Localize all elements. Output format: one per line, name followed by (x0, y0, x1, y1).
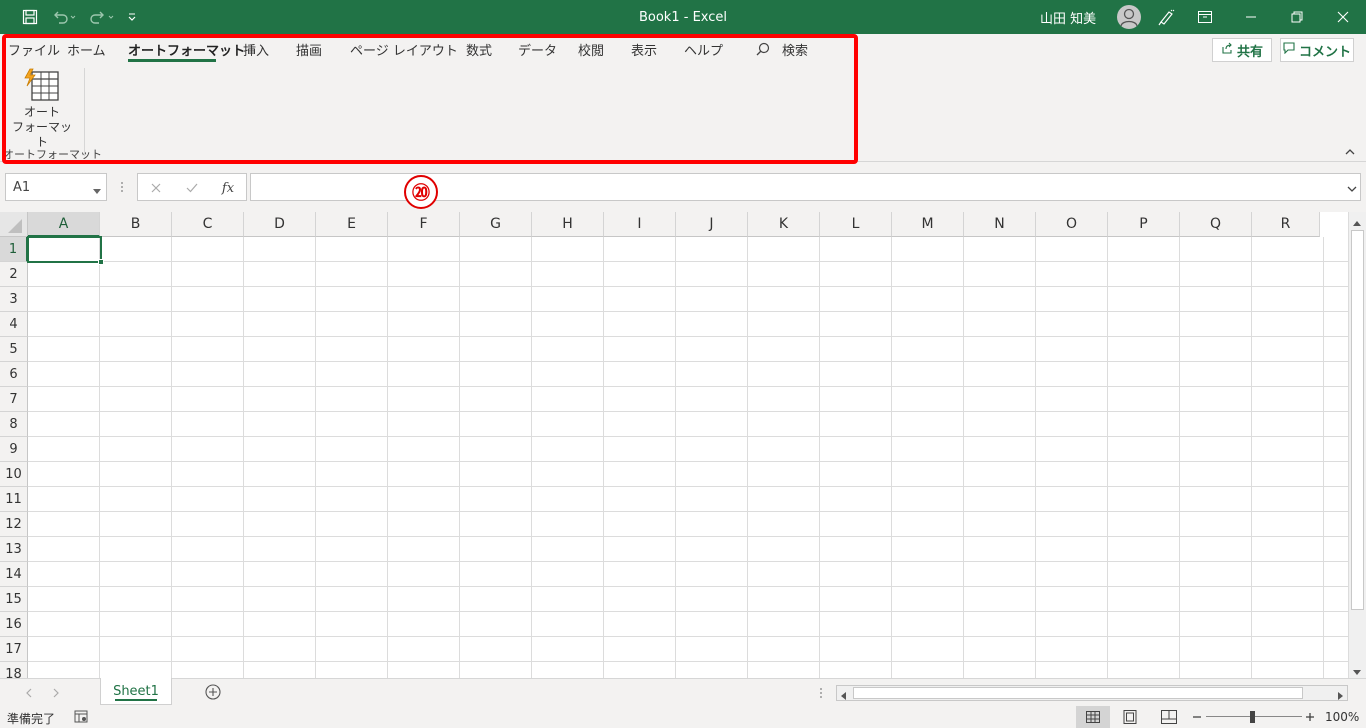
row-header-4[interactable]: 4 (0, 312, 28, 337)
close-icon[interactable] (1328, 0, 1358, 34)
normal-view-icon[interactable] (1076, 706, 1110, 728)
minimize-icon[interactable] (1236, 0, 1266, 34)
share-icon (1221, 42, 1233, 58)
row-header-15[interactable]: 15 (0, 587, 28, 612)
add-sheet-icon[interactable] (205, 684, 221, 703)
sheet-tab-bar: Sheet1 (0, 678, 1366, 706)
select-all-corner[interactable] (0, 212, 28, 237)
column-header-d[interactable]: D (244, 212, 316, 237)
row-header-13[interactable]: 13 (0, 537, 28, 562)
formula-bar-grip-icon[interactable] (119, 180, 125, 194)
column-header-r[interactable]: R (1252, 212, 1320, 237)
title-bar: Book1 - Excel 山田 知美 (0, 0, 1366, 34)
user-name[interactable]: 山田 知美 (1040, 0, 1096, 34)
column-header-o[interactable]: O (1036, 212, 1108, 237)
column-header-i[interactable]: I (604, 212, 676, 237)
active-cell[interactable] (27, 236, 102, 263)
sheet-next-icon[interactable] (52, 687, 60, 701)
row-header-16[interactable]: 16 (0, 612, 28, 637)
column-header-e[interactable]: E (316, 212, 388, 237)
customize-qat-icon[interactable] (124, 0, 140, 34)
row-header-17[interactable]: 17 (0, 637, 28, 662)
restore-icon[interactable] (1282, 0, 1312, 34)
undo-icon[interactable] (48, 0, 80, 34)
column-header-q[interactable]: Q (1180, 212, 1252, 237)
row-header-10[interactable]: 10 (0, 462, 28, 487)
vertical-scroll-thumb[interactable] (1351, 230, 1364, 610)
window-title: Book1 - Excel (638, 9, 728, 25)
status-ready: 準備完了 (7, 712, 56, 726)
annotation-badge: ⑳ (404, 175, 438, 209)
save-icon[interactable] (18, 0, 42, 34)
row-header-18[interactable]: 18 (0, 662, 28, 678)
enter-icon[interactable] (174, 174, 210, 202)
zoom-in-icon[interactable] (1305, 709, 1315, 726)
comment-button[interactable]: コメント (1280, 38, 1354, 62)
row-header-12[interactable]: 12 (0, 512, 28, 537)
horizontal-scroll-thumb[interactable] (853, 687, 1303, 699)
cancel-icon[interactable] (138, 174, 174, 202)
column-header-c[interactable]: C (172, 212, 244, 237)
column-header-k[interactable]: K (748, 212, 820, 237)
horizontal-scrollbar[interactable] (836, 685, 1348, 701)
column-header-b[interactable]: B (100, 212, 172, 237)
formula-bar: A1 fx (0, 164, 1366, 212)
zoom-slider-thumb[interactable] (1250, 711, 1255, 723)
comment-label: コメント (1298, 44, 1351, 60)
row-header-9[interactable]: 9 (0, 437, 28, 462)
name-box[interactable]: A1 (5, 173, 107, 201)
row-header-14[interactable]: 14 (0, 562, 28, 587)
fill-handle[interactable] (98, 259, 104, 265)
ribbon-display-options-icon[interactable] (1190, 0, 1220, 34)
insert-function-button[interactable]: fx (210, 174, 246, 202)
share-button[interactable]: 共有 (1212, 38, 1272, 62)
column-header-m[interactable]: M (892, 212, 964, 237)
status-bar: 準備完了 100% (0, 706, 1366, 728)
column-header-h[interactable]: H (532, 212, 604, 237)
column-header-p[interactable]: P (1108, 212, 1180, 237)
name-box-value: A1 (13, 180, 31, 195)
hscroll-split-icon[interactable] (818, 687, 824, 702)
redo-icon[interactable] (86, 0, 118, 34)
cells-area[interactable] (28, 237, 1348, 678)
row-header-5[interactable]: 5 (0, 337, 28, 362)
column-header-l[interactable]: L (820, 212, 892, 237)
row-header-11[interactable]: 11 (0, 487, 28, 512)
column-header-n[interactable]: N (964, 212, 1036, 237)
scroll-down-icon[interactable] (1352, 666, 1362, 678)
sheet-prev-icon[interactable] (25, 687, 33, 701)
column-header-a[interactable]: A (28, 212, 100, 237)
page-break-view-icon[interactable] (1161, 710, 1177, 727)
formula-buttons: fx (137, 173, 247, 201)
page-layout-view-icon[interactable] (1123, 710, 1137, 727)
collapse-ribbon-icon[interactable] (1344, 146, 1360, 160)
comment-icon (1283, 42, 1295, 58)
row-header-1[interactable]: 1 (0, 237, 28, 262)
row-header-3[interactable]: 3 (0, 287, 28, 312)
scroll-up-icon[interactable] (1352, 216, 1362, 230)
share-label: 共有 (1236, 44, 1263, 60)
column-header-j[interactable]: J (676, 212, 748, 237)
highlight-frame (2, 34, 858, 164)
scroll-left-icon[interactable] (840, 689, 848, 703)
row-header-2[interactable]: 2 (0, 262, 28, 287)
macro-record-icon[interactable] (74, 710, 88, 726)
pen-icon[interactable] (1152, 0, 1180, 34)
sheet-tab-sheet1[interactable]: Sheet1 (100, 678, 172, 705)
zoom-level[interactable]: 100% (1325, 710, 1359, 724)
avatar[interactable] (1117, 5, 1141, 29)
row-header-8[interactable]: 8 (0, 412, 28, 437)
row-header-6[interactable]: 6 (0, 362, 28, 387)
column-header-f[interactable]: F (388, 212, 460, 237)
zoom-out-icon[interactable] (1192, 709, 1202, 726)
column-header-g[interactable]: G (460, 212, 532, 237)
row-header-7[interactable]: 7 (0, 387, 28, 412)
name-box-dropdown-icon[interactable] (93, 184, 101, 199)
worksheet-grid[interactable]: ABCDEFGHIJKLMNOPQR 1 2 3 4 5 6 7 8 9 10 11 12 13 14 15… (0, 212, 1366, 678)
vertical-scrollbar[interactable] (1348, 212, 1366, 678)
scroll-right-icon[interactable] (1336, 689, 1344, 703)
expand-formula-bar-icon[interactable] (1346, 182, 1358, 192)
